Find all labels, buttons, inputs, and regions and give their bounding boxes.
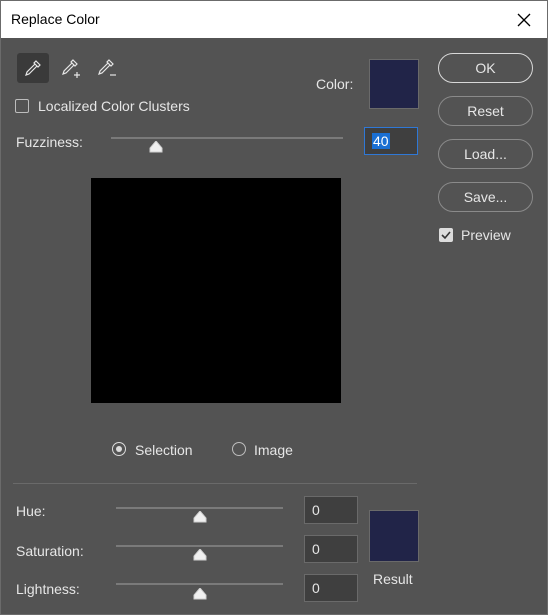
color-swatch[interactable] bbox=[369, 59, 419, 109]
image-radio-label: Image bbox=[254, 442, 293, 458]
eyedropper-subtract-tool[interactable] bbox=[91, 53, 123, 83]
lightness-slider-thumb[interactable] bbox=[193, 588, 207, 600]
selection-radio-label: Selection bbox=[135, 442, 193, 458]
hue-slider-track[interactable] bbox=[116, 507, 283, 509]
dialog-content: Color: Localized Color Clusters Fuzzines… bbox=[1, 38, 547, 614]
load-button-label: Load... bbox=[464, 146, 507, 162]
ok-button-label: OK bbox=[475, 60, 496, 76]
lightness-input[interactable]: 0 bbox=[304, 574, 358, 602]
saturation-label: Saturation: bbox=[16, 543, 84, 559]
color-label: Color: bbox=[316, 76, 354, 92]
fuzziness-value: 40 bbox=[372, 133, 390, 149]
hue-slider-thumb[interactable] bbox=[193, 511, 207, 523]
load-button[interactable]: Load... bbox=[438, 139, 533, 169]
result-swatch[interactable] bbox=[369, 510, 419, 562]
hue-value: 0 bbox=[312, 502, 320, 518]
selection-radio[interactable] bbox=[112, 442, 126, 456]
divider bbox=[13, 483, 417, 484]
close-button[interactable] bbox=[501, 1, 547, 38]
ok-button[interactable]: OK bbox=[438, 53, 533, 83]
reset-button[interactable]: Reset bbox=[438, 96, 533, 126]
eyedropper-icon bbox=[25, 60, 41, 76]
hue-label: Hue: bbox=[16, 503, 46, 519]
saturation-slider-thumb[interactable] bbox=[193, 549, 207, 561]
image-radio[interactable] bbox=[232, 442, 246, 456]
eyedropper-add-tool[interactable] bbox=[55, 53, 87, 83]
localized-color-clusters-label: Localized Color Clusters bbox=[38, 98, 190, 114]
save-button[interactable]: Save... bbox=[438, 182, 533, 212]
title-bar: Replace Color bbox=[1, 1, 547, 38]
replace-color-dialog: Replace Color Color: Localized Color Clu… bbox=[0, 0, 548, 615]
saturation-value: 0 bbox=[312, 541, 320, 557]
fuzziness-input[interactable]: 40 bbox=[364, 127, 418, 155]
selection-preview-image bbox=[91, 178, 341, 403]
saturation-input[interactable]: 0 bbox=[304, 535, 358, 563]
fuzziness-label: Fuzziness: bbox=[16, 134, 83, 150]
preview-checkbox[interactable] bbox=[439, 228, 453, 242]
lightness-label: Lightness: bbox=[16, 581, 80, 597]
lightness-slider-track[interactable] bbox=[116, 583, 283, 585]
saturation-slider-track[interactable] bbox=[116, 545, 283, 547]
close-icon bbox=[517, 13, 531, 26]
preview-label: Preview bbox=[461, 227, 511, 243]
eyedropper-plus-icon bbox=[62, 59, 80, 78]
result-label: Result bbox=[373, 571, 413, 587]
lightness-value: 0 bbox=[312, 580, 320, 596]
fuzziness-slider-thumb[interactable] bbox=[149, 141, 163, 153]
window-title: Replace Color bbox=[11, 11, 100, 27]
hue-input[interactable]: 0 bbox=[304, 496, 358, 524]
eyedropper-minus-icon bbox=[98, 59, 116, 76]
checkmark-icon bbox=[441, 231, 451, 240]
fuzziness-slider-track[interactable] bbox=[111, 137, 343, 139]
eyedropper-tool[interactable] bbox=[17, 53, 49, 83]
save-button-label: Save... bbox=[463, 189, 508, 205]
reset-button-label: Reset bbox=[467, 103, 504, 119]
localized-color-clusters-checkbox[interactable] bbox=[15, 99, 29, 113]
